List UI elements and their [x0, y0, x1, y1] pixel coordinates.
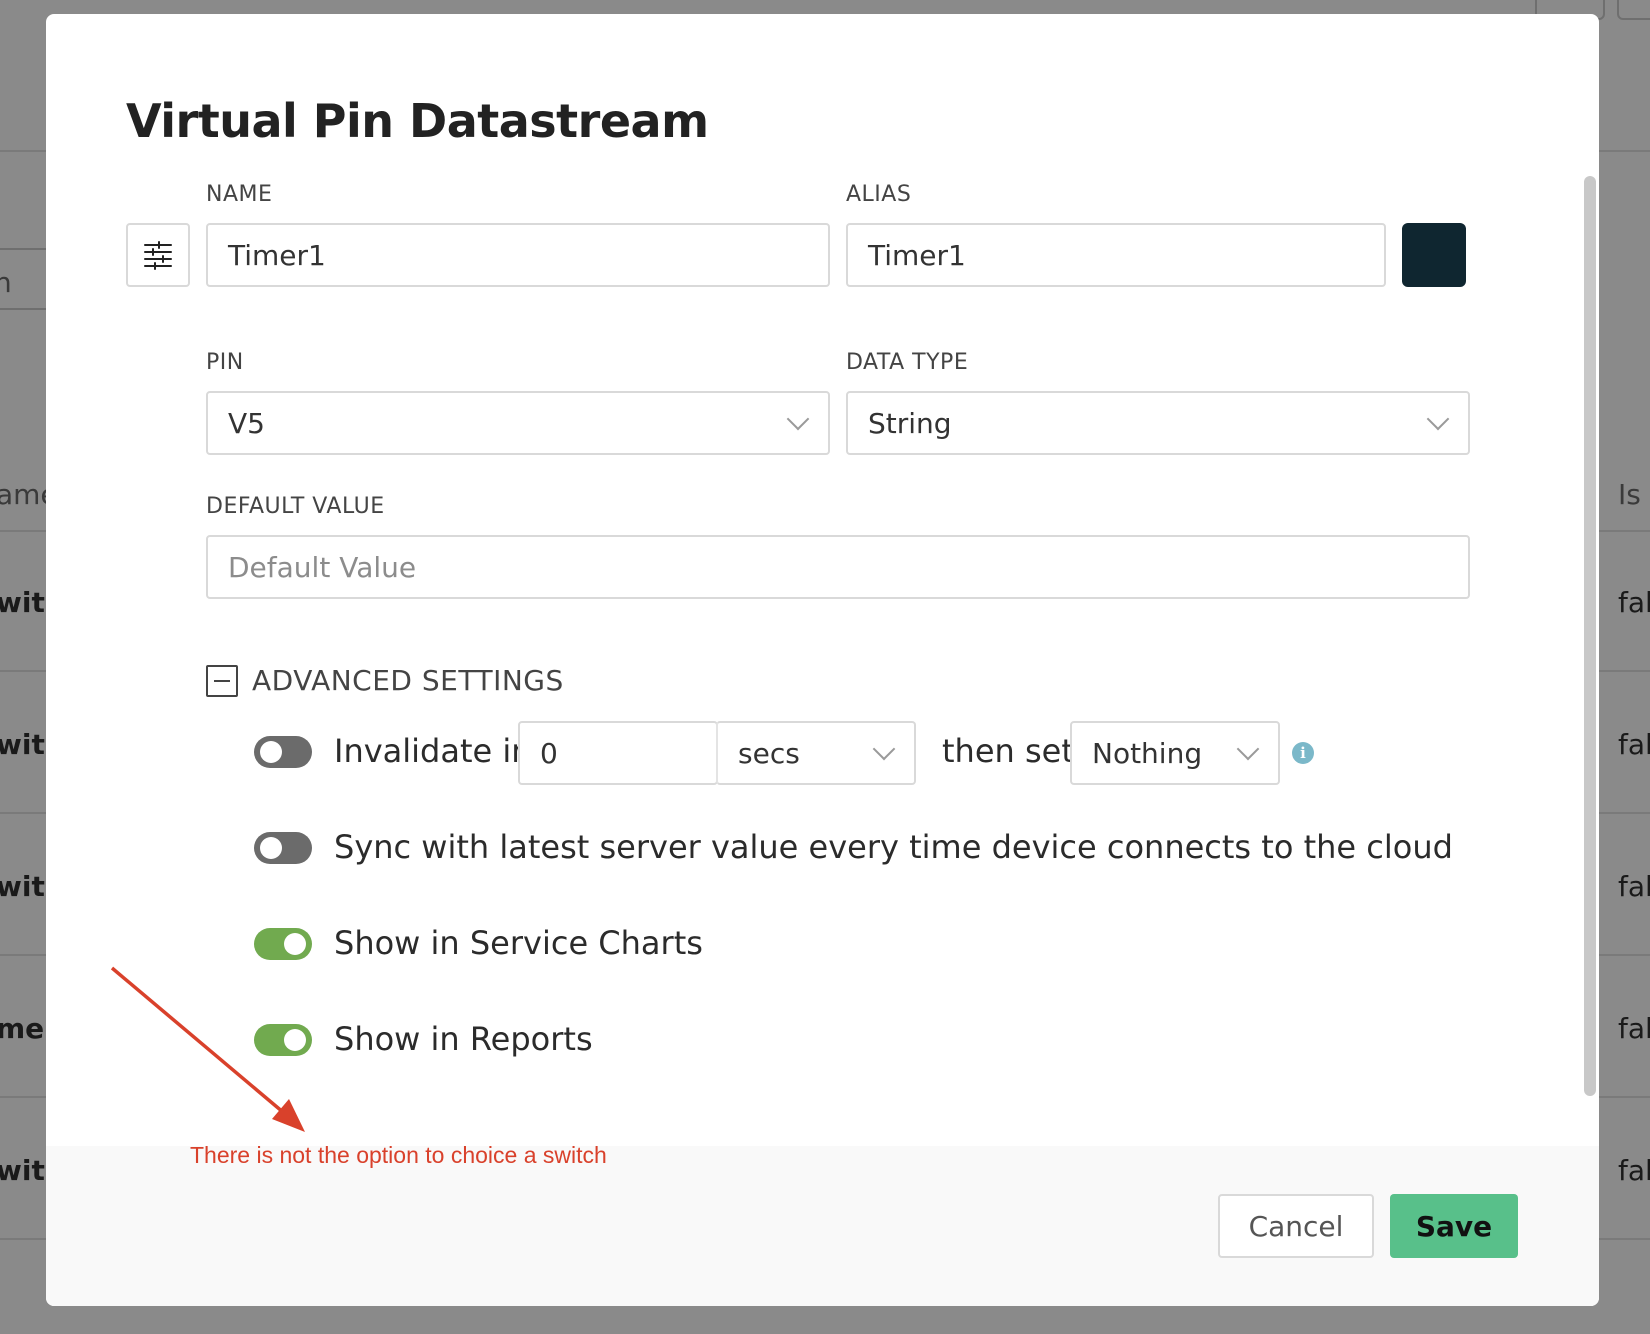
toggle-knob [284, 933, 306, 955]
sync-label: Sync with latest server value every time… [334, 828, 1453, 866]
datastream-modal: Virtual Pin Datastream NAME Timer1 ALIAS… [46, 14, 1599, 1306]
sync-toggle[interactable] [254, 832, 312, 864]
background-row-value: fal [1618, 728, 1650, 761]
data-type-select[interactable]: String [846, 391, 1470, 455]
invalidate-label: Invalidate in [334, 732, 532, 770]
pin-label: PIN [206, 350, 244, 375]
save-button[interactable]: Save [1390, 1194, 1518, 1258]
default-value-label: DEFAULT VALUE [206, 494, 385, 519]
data-type-select-value: String [868, 406, 952, 440]
icon-picker-button[interactable] [126, 223, 190, 287]
chevron-down-icon [786, 407, 810, 431]
color-picker-swatch[interactable] [1402, 223, 1466, 287]
invalidate-value: 0 [540, 736, 558, 770]
invalidate-value-input[interactable]: 0 [518, 721, 718, 785]
sliders-icon [144, 241, 172, 270]
cancel-button[interactable]: Cancel [1218, 1194, 1374, 1258]
alias-input-value: Timer1 [868, 238, 966, 272]
invalidate-toggle[interactable] [254, 736, 312, 768]
toggle-knob [284, 1029, 306, 1051]
pin-select-value: V5 [228, 406, 265, 440]
modal-scrollbar[interactable] [1584, 176, 1596, 1096]
chevron-down-icon [1236, 737, 1260, 761]
background-row-value: fal [1618, 586, 1650, 619]
info-icon[interactable]: i [1292, 742, 1314, 764]
then-set-select[interactable]: Nothing [1070, 721, 1280, 785]
pin-select[interactable]: V5 [206, 391, 830, 455]
then-set-label: then set [942, 732, 1074, 770]
advanced-settings-label: ADVANCED SETTINGS [252, 664, 564, 697]
background-row-value: fal [1618, 870, 1650, 903]
reports-label: Show in Reports [334, 1020, 593, 1058]
invalidate-unit-select[interactable]: secs [716, 721, 916, 785]
toggle-knob [260, 837, 282, 859]
invalidate-unit-value: secs [738, 736, 800, 770]
name-input-value: Timer1 [228, 238, 326, 272]
annotation-text: There is not the option to choice a swit… [190, 1142, 607, 1168]
reports-toggle[interactable] [254, 1024, 312, 1056]
chevron-down-icon [872, 737, 896, 761]
service-charts-toggle[interactable] [254, 928, 312, 960]
name-label: NAME [206, 182, 273, 207]
background-search-fragment: n [0, 266, 12, 299]
background-top-control [1617, 0, 1650, 20]
alias-label: ALIAS [846, 182, 912, 207]
advanced-settings-toggle[interactable]: ADVANCED SETTINGS [206, 664, 564, 697]
background-row-value: fal [1618, 1154, 1650, 1187]
default-value-input[interactable]: Default Value [206, 535, 1470, 599]
service-charts-label: Show in Service Charts [334, 924, 703, 962]
data-type-label: DATA TYPE [846, 350, 969, 375]
default-value-placeholder: Default Value [228, 550, 417, 584]
chevron-down-icon [1426, 407, 1450, 431]
alias-input[interactable]: Timer1 [846, 223, 1386, 287]
background-row-value: fal [1618, 1012, 1650, 1045]
modal-title: Virtual Pin Datastream [126, 94, 709, 148]
then-set-value: Nothing [1092, 736, 1203, 770]
collapse-icon [206, 664, 238, 697]
name-input[interactable]: Timer1 [206, 223, 830, 287]
toggle-knob [260, 741, 282, 763]
background-column-header: Is F [1618, 478, 1650, 511]
